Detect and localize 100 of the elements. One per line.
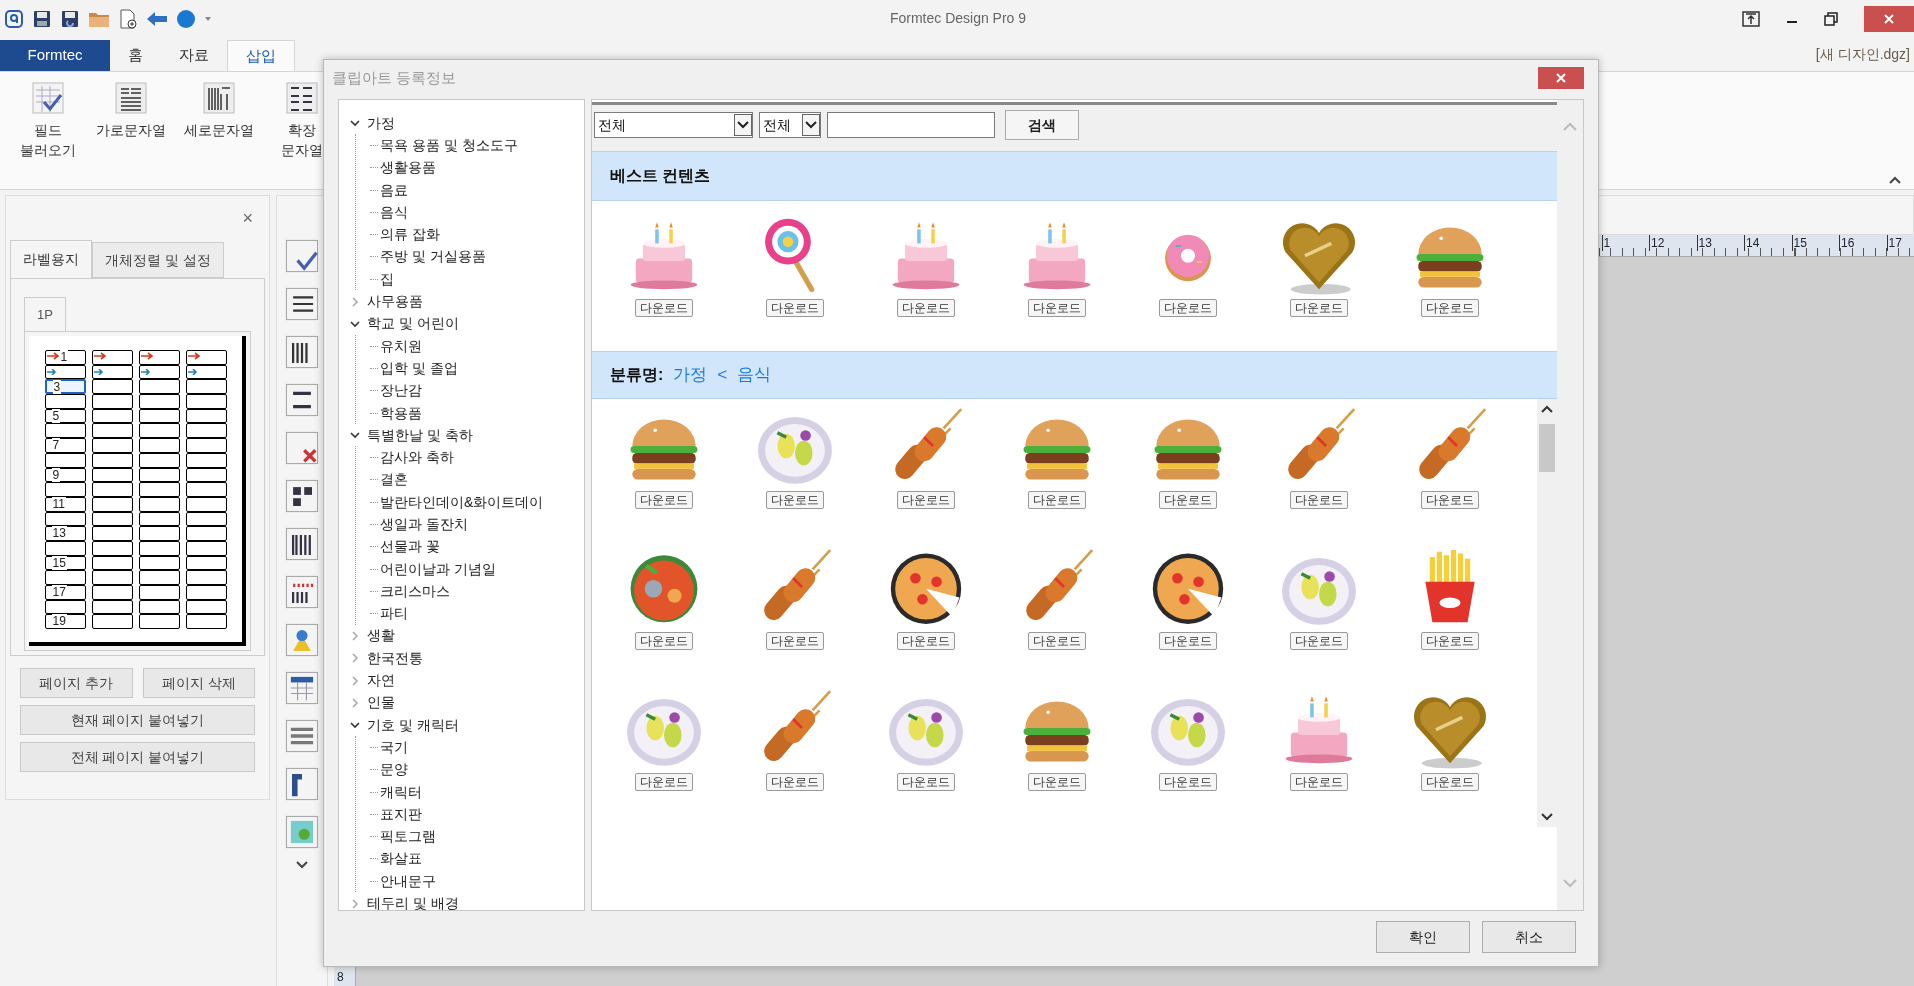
panel-tab[interactable]: 라벨용지 xyxy=(10,240,92,278)
app-logo-icon[interactable] xyxy=(4,8,24,29)
label-cell[interactable] xyxy=(185,570,227,585)
label-cell[interactable] xyxy=(185,408,227,424)
ribbon-tab[interactable]: 자료 xyxy=(161,40,227,71)
label-cell[interactable] xyxy=(185,526,227,541)
label-cell[interactable] xyxy=(91,585,133,600)
download-button[interactable]: 다운로드 xyxy=(765,773,824,791)
label-cell[interactable] xyxy=(91,394,133,409)
label-cell[interactable] xyxy=(138,408,180,424)
pin-window-icon[interactable] xyxy=(1742,10,1760,27)
label-cell[interactable] xyxy=(91,350,133,365)
label-cell[interactable] xyxy=(138,350,180,365)
label-cell[interactable] xyxy=(44,364,86,380)
download-button[interactable]: 다운로드 xyxy=(634,491,693,509)
page-button[interactable]: 페이지 추가 xyxy=(20,668,133,698)
label-cell[interactable]: 7 xyxy=(44,438,86,453)
label-cell[interactable] xyxy=(185,394,227,409)
download-button[interactable]: 다운로드 xyxy=(896,773,955,791)
tree-item[interactable]: 인물 xyxy=(367,692,395,714)
tree-item[interactable]: 특별한날 및 축하 xyxy=(367,424,473,446)
label-cell[interactable]: 1 xyxy=(44,350,86,365)
label-cell[interactable] xyxy=(138,423,180,439)
label-cell[interactable] xyxy=(91,540,133,556)
tree-item[interactable]: 자연 xyxy=(367,670,395,692)
label-cell[interactable] xyxy=(138,452,180,468)
download-button[interactable]: 다운로드 xyxy=(1158,299,1217,317)
download-button[interactable]: 다운로드 xyxy=(1027,491,1086,509)
label-cell[interactable] xyxy=(91,570,133,585)
label-cell[interactable] xyxy=(91,496,133,512)
download-button[interactable]: 다운로드 xyxy=(765,632,824,650)
download-button[interactable]: 다운로드 xyxy=(1289,632,1348,650)
label-cell[interactable]: 3 xyxy=(44,379,86,395)
scroll-down-icon[interactable] xyxy=(295,860,309,870)
tree-item[interactable]: 안내문구 xyxy=(380,870,436,892)
caret-icon[interactable] xyxy=(204,15,212,22)
label-cell[interactable] xyxy=(185,614,227,630)
download-button[interactable]: 다운로드 xyxy=(634,299,693,317)
tree-item[interactable]: 집 xyxy=(380,268,394,290)
label-cell[interactable] xyxy=(138,614,180,630)
label-cell[interactable] xyxy=(44,423,86,439)
label-cell[interactable]: 11 xyxy=(44,496,86,512)
label-cell[interactable] xyxy=(91,614,133,630)
dialog-button[interactable]: 확인 xyxy=(1376,921,1470,953)
label-cell[interactable] xyxy=(185,423,227,439)
label-cell[interactable] xyxy=(185,438,227,453)
download-button[interactable]: 다운로드 xyxy=(765,491,824,509)
tree-item[interactable]: 기호 및 캐릭터 xyxy=(367,714,459,736)
back-arrow-icon[interactable] xyxy=(146,10,168,27)
tree-item[interactable]: 생일과 돌잔치 xyxy=(380,514,468,535)
tree-item[interactable]: 음식 xyxy=(380,201,408,223)
label-cell[interactable] xyxy=(138,570,180,585)
tree-item[interactable]: 국기 xyxy=(380,736,408,758)
label-cell[interactable] xyxy=(138,364,180,380)
tree-item[interactable]: 발란타인데이&화이트데이 xyxy=(380,491,544,513)
tree-item[interactable]: 파티 xyxy=(380,603,408,625)
tree-item[interactable]: 의류 잡화 xyxy=(380,224,440,246)
search-field[interactable] xyxy=(827,112,995,138)
download-button[interactable]: 다운로드 xyxy=(1158,632,1217,650)
label-cell[interactable] xyxy=(91,364,133,380)
scrollbar-thumb[interactable] xyxy=(1539,424,1555,472)
download-button[interactable]: 다운로드 xyxy=(1027,632,1086,650)
tree-item[interactable]: 한국전통 xyxy=(367,647,423,669)
tree-item[interactable]: 크리스마스 xyxy=(380,580,450,602)
scope-dropdown[interactable]: 전체 xyxy=(759,112,821,138)
tree-item[interactable]: 유치원 xyxy=(380,335,422,357)
download-button[interactable]: 다운로드 xyxy=(1027,773,1086,791)
page-button[interactable]: 페이지 삭제 xyxy=(142,668,255,698)
label-cell[interactable] xyxy=(185,379,227,395)
close-button[interactable] xyxy=(1864,5,1914,32)
label-cell[interactable] xyxy=(185,482,227,497)
label-cell[interactable] xyxy=(185,540,227,556)
tree-item[interactable]: 화살표 xyxy=(380,848,422,870)
label-cell[interactable] xyxy=(138,526,180,541)
download-button[interactable]: 다운로드 xyxy=(1420,632,1479,650)
circle-icon[interactable] xyxy=(176,8,196,29)
label-cell[interactable] xyxy=(91,555,133,571)
label-cell[interactable] xyxy=(138,379,180,395)
download-button[interactable]: 다운로드 xyxy=(1420,299,1479,317)
label-cell[interactable] xyxy=(185,467,227,483)
search-button[interactable]: 검색 xyxy=(1005,110,1079,140)
label-cell[interactable] xyxy=(91,452,133,468)
label-cell[interactable]: 17 xyxy=(44,585,86,600)
label-cell[interactable]: 9 xyxy=(44,467,86,483)
restore-icon[interactable] xyxy=(1824,11,1838,26)
label-cell[interactable] xyxy=(185,496,227,512)
label-cell[interactable] xyxy=(138,555,180,571)
tree-item[interactable]: 표지판 xyxy=(380,803,422,825)
label-cell[interactable] xyxy=(138,482,180,497)
label-cell[interactable] xyxy=(185,364,227,380)
tree-item[interactable]: 학교 및 어린이 xyxy=(367,313,459,335)
ribbon-button[interactable]: 세로문자열 xyxy=(184,80,254,140)
scrollbar[interactable] xyxy=(1537,399,1557,827)
tree-item[interactable]: 어린이날과 기념일 xyxy=(380,558,496,580)
label-cell[interactable] xyxy=(185,599,227,615)
label-cell[interactable] xyxy=(138,599,180,615)
label-cell[interactable]: 13 xyxy=(44,526,86,541)
download-button[interactable]: 다운로드 xyxy=(1027,299,1086,317)
label-cell[interactable] xyxy=(185,511,227,527)
dialog-button[interactable]: 취소 xyxy=(1482,921,1576,953)
